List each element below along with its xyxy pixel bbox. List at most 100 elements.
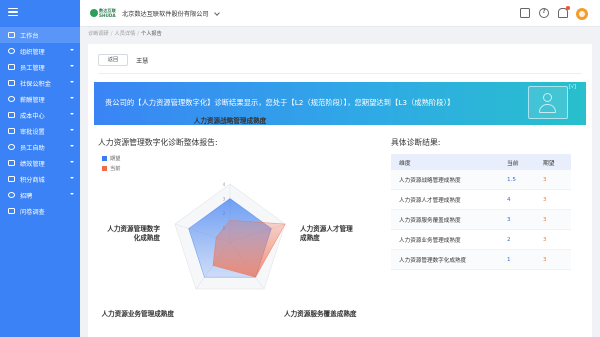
legend-item-current[interactable]: 当前: [102, 163, 120, 173]
breadcrumb-item-person-detail[interactable]: 人员详情: [115, 31, 136, 37]
help-icon[interactable]: ?: [539, 8, 549, 18]
cell-expected: 3: [543, 236, 547, 243]
sidebar-item-label: 问卷调查: [20, 208, 45, 216]
radar-axis-label-line: 人力资源服务覆盖成熟度: [284, 309, 357, 318]
sidebar-item-label: 成本中心: [20, 112, 45, 120]
sidebar-item-2[interactable]: 员工管理: [0, 59, 80, 75]
logo-mark-icon: [90, 9, 98, 17]
sidebar-item-6[interactable]: 审批设置: [0, 123, 80, 139]
sidebar-item-0[interactable]: 工作台: [0, 27, 80, 43]
radar-tick-label: 4: [223, 182, 226, 187]
cell-current: 1: [507, 256, 511, 263]
chevron-down-icon: [70, 129, 74, 131]
radar-chart: 1234人力资源战略管理成熟度人力资源人才管理成熟度人力资源服务覆盖成熟度人力资…: [101, 116, 357, 318]
radar-axis-label-line: 人力资源业务管理成熟度: [101, 309, 174, 318]
sidebar-item-9[interactable]: 积分商城: [0, 171, 80, 187]
top-header: 数达互联 SHUDA 北京数达互联软件股份有限公司 ?: [80, 0, 600, 27]
sidebar-item-8[interactable]: 绩效管理: [0, 155, 80, 171]
report-illustration-icon: [√]: [520, 84, 576, 122]
chevron-down-icon: [70, 161, 74, 163]
cell-expected: 3: [543, 176, 547, 183]
sidebar-item-label: 员工自助: [20, 144, 45, 152]
sidebar-item-label: 员工管理: [20, 64, 45, 72]
company-name[interactable]: 北京数达互联软件股份有限公司: [122, 9, 209, 18]
user-icon: [8, 64, 15, 70]
radar-axis-label: 人力资源管理数字化成熟度: [107, 224, 160, 242]
cell-current: 2: [507, 236, 511, 243]
table-header: 维度 当前 期望: [391, 154, 571, 170]
cell-current: 3: [507, 216, 511, 223]
chevron-down-icon[interactable]: [214, 10, 220, 16]
bell-icon[interactable]: [558, 6, 570, 18]
chevron-down-icon: [70, 81, 74, 83]
sidebar-item-4[interactable]: 薪酬管理: [0, 91, 80, 107]
performance-icon: [8, 160, 15, 166]
breadcrumb-separator: /: [110, 31, 113, 37]
cell-expected: 3: [543, 196, 547, 203]
calendar-icon[interactable]: [520, 8, 530, 18]
legend-item-expected[interactable]: 期望: [102, 153, 120, 163]
radar-axis-label-line: 人力资源管理数字: [107, 224, 160, 233]
breadcrumb: 诊断调研 / 人员详情 / 个人报告: [88, 30, 162, 37]
survey-icon: [8, 208, 15, 214]
header-current: 当前: [507, 160, 519, 167]
chevron-down-icon: [70, 193, 74, 195]
radar-axis-label-line: 化成熟度: [134, 233, 161, 242]
radar-axis-label: 人力资源业务管理成熟度: [101, 309, 174, 318]
cell-current: 1.5: [507, 176, 516, 183]
radar-axis-label: 人力资源服务覆盖成熟度: [284, 309, 357, 318]
radar-axis-label-line: 人力资源人才管理: [300, 224, 353, 233]
radar-tick-label: 3: [223, 197, 226, 202]
result-title: 具体诊断结果:: [391, 138, 441, 147]
legend-swatch-expected: [102, 155, 107, 161]
chevron-down-icon: [70, 113, 74, 115]
radar-axis-label: 人力资源战略管理成熟度: [194, 116, 267, 125]
sidebar-item-label: 招聘: [20, 192, 33, 200]
breadcrumb-item-current: 个人报告: [141, 31, 162, 37]
chevron-down-icon: [70, 177, 74, 179]
sidebar-item-7[interactable]: 员工自助: [0, 139, 80, 155]
radar-axis-label-line: 人力资源战略管理成熟度: [194, 116, 267, 125]
legend-label-expected: 期望: [110, 155, 121, 162]
legend-swatch-current: [102, 165, 107, 171]
header-expected: 期望: [543, 160, 555, 167]
cost-icon: [8, 112, 15, 118]
table-row: 人力资源人才管理成熟度 4 3: [391, 190, 571, 210]
cell-current: 4: [507, 196, 511, 203]
sidebar-item-label: 工作台: [20, 32, 39, 40]
sidebar-item-label: 积分商城: [20, 176, 45, 184]
sidebar: 工作台组织管理员工管理社保公积金薪酬管理成本中心审批设置员工自助绩效管理积分商城…: [0, 0, 80, 337]
cell-dimension: 人力资源管理数字化成熟度: [399, 257, 467, 264]
cell-expected: 3: [543, 216, 547, 223]
sidebar-item-5[interactable]: 成本中心: [0, 107, 80, 123]
sidebar-item-10[interactable]: 招聘: [0, 187, 80, 203]
sidebar-item-3[interactable]: 社保公积金: [0, 75, 80, 91]
chevron-down-icon: [70, 49, 74, 51]
notification-dot: [566, 6, 570, 10]
sidebar-item-label: 组织管理: [20, 48, 45, 56]
chevron-down-icon: [70, 97, 74, 99]
legend-label-current: 当前: [110, 165, 121, 172]
recruit-icon: [8, 192, 15, 198]
table-row: 人力资源战略管理成熟度 1.5 3: [391, 170, 571, 190]
avatar[interactable]: [576, 8, 588, 20]
company-logo: 数达互联 SHUDA: [90, 8, 120, 18]
breadcrumb-separator: /: [137, 31, 140, 37]
shield-icon: [8, 80, 15, 86]
logo-text-bottom: SHUDA: [99, 12, 116, 18]
cell-dimension: 人力资源战略管理成熟度: [399, 177, 461, 184]
chart-legend: 期望 当前: [102, 153, 120, 173]
sidebar-item-1[interactable]: 组织管理: [0, 43, 80, 59]
breadcrumb-item-survey[interactable]: 诊断调研: [88, 31, 109, 37]
result-table: 维度 当前 期望 人力资源战略管理成熟度 1.5 3 人力资源人才管理成熟度 4 3 人力资…: [391, 154, 571, 270]
table-row: 人力资源管理数字化成熟度 1 3: [391, 250, 571, 270]
sidebar-item-label: 绩效管理: [20, 160, 45, 168]
monitor-icon: [8, 32, 15, 38]
header-dimension: 维度: [399, 160, 411, 167]
sidebar-item-11[interactable]: 问卷调查: [0, 203, 80, 219]
sidebar-item-label: 社保公积金: [20, 80, 51, 88]
cell-dimension: 人力资源服务覆盖成熟度: [399, 217, 461, 224]
chevron-down-icon: [70, 65, 74, 67]
table-row: 人力资源服务覆盖成熟度 3 3: [391, 210, 571, 230]
menu-toggle-icon[interactable]: [8, 8, 18, 17]
